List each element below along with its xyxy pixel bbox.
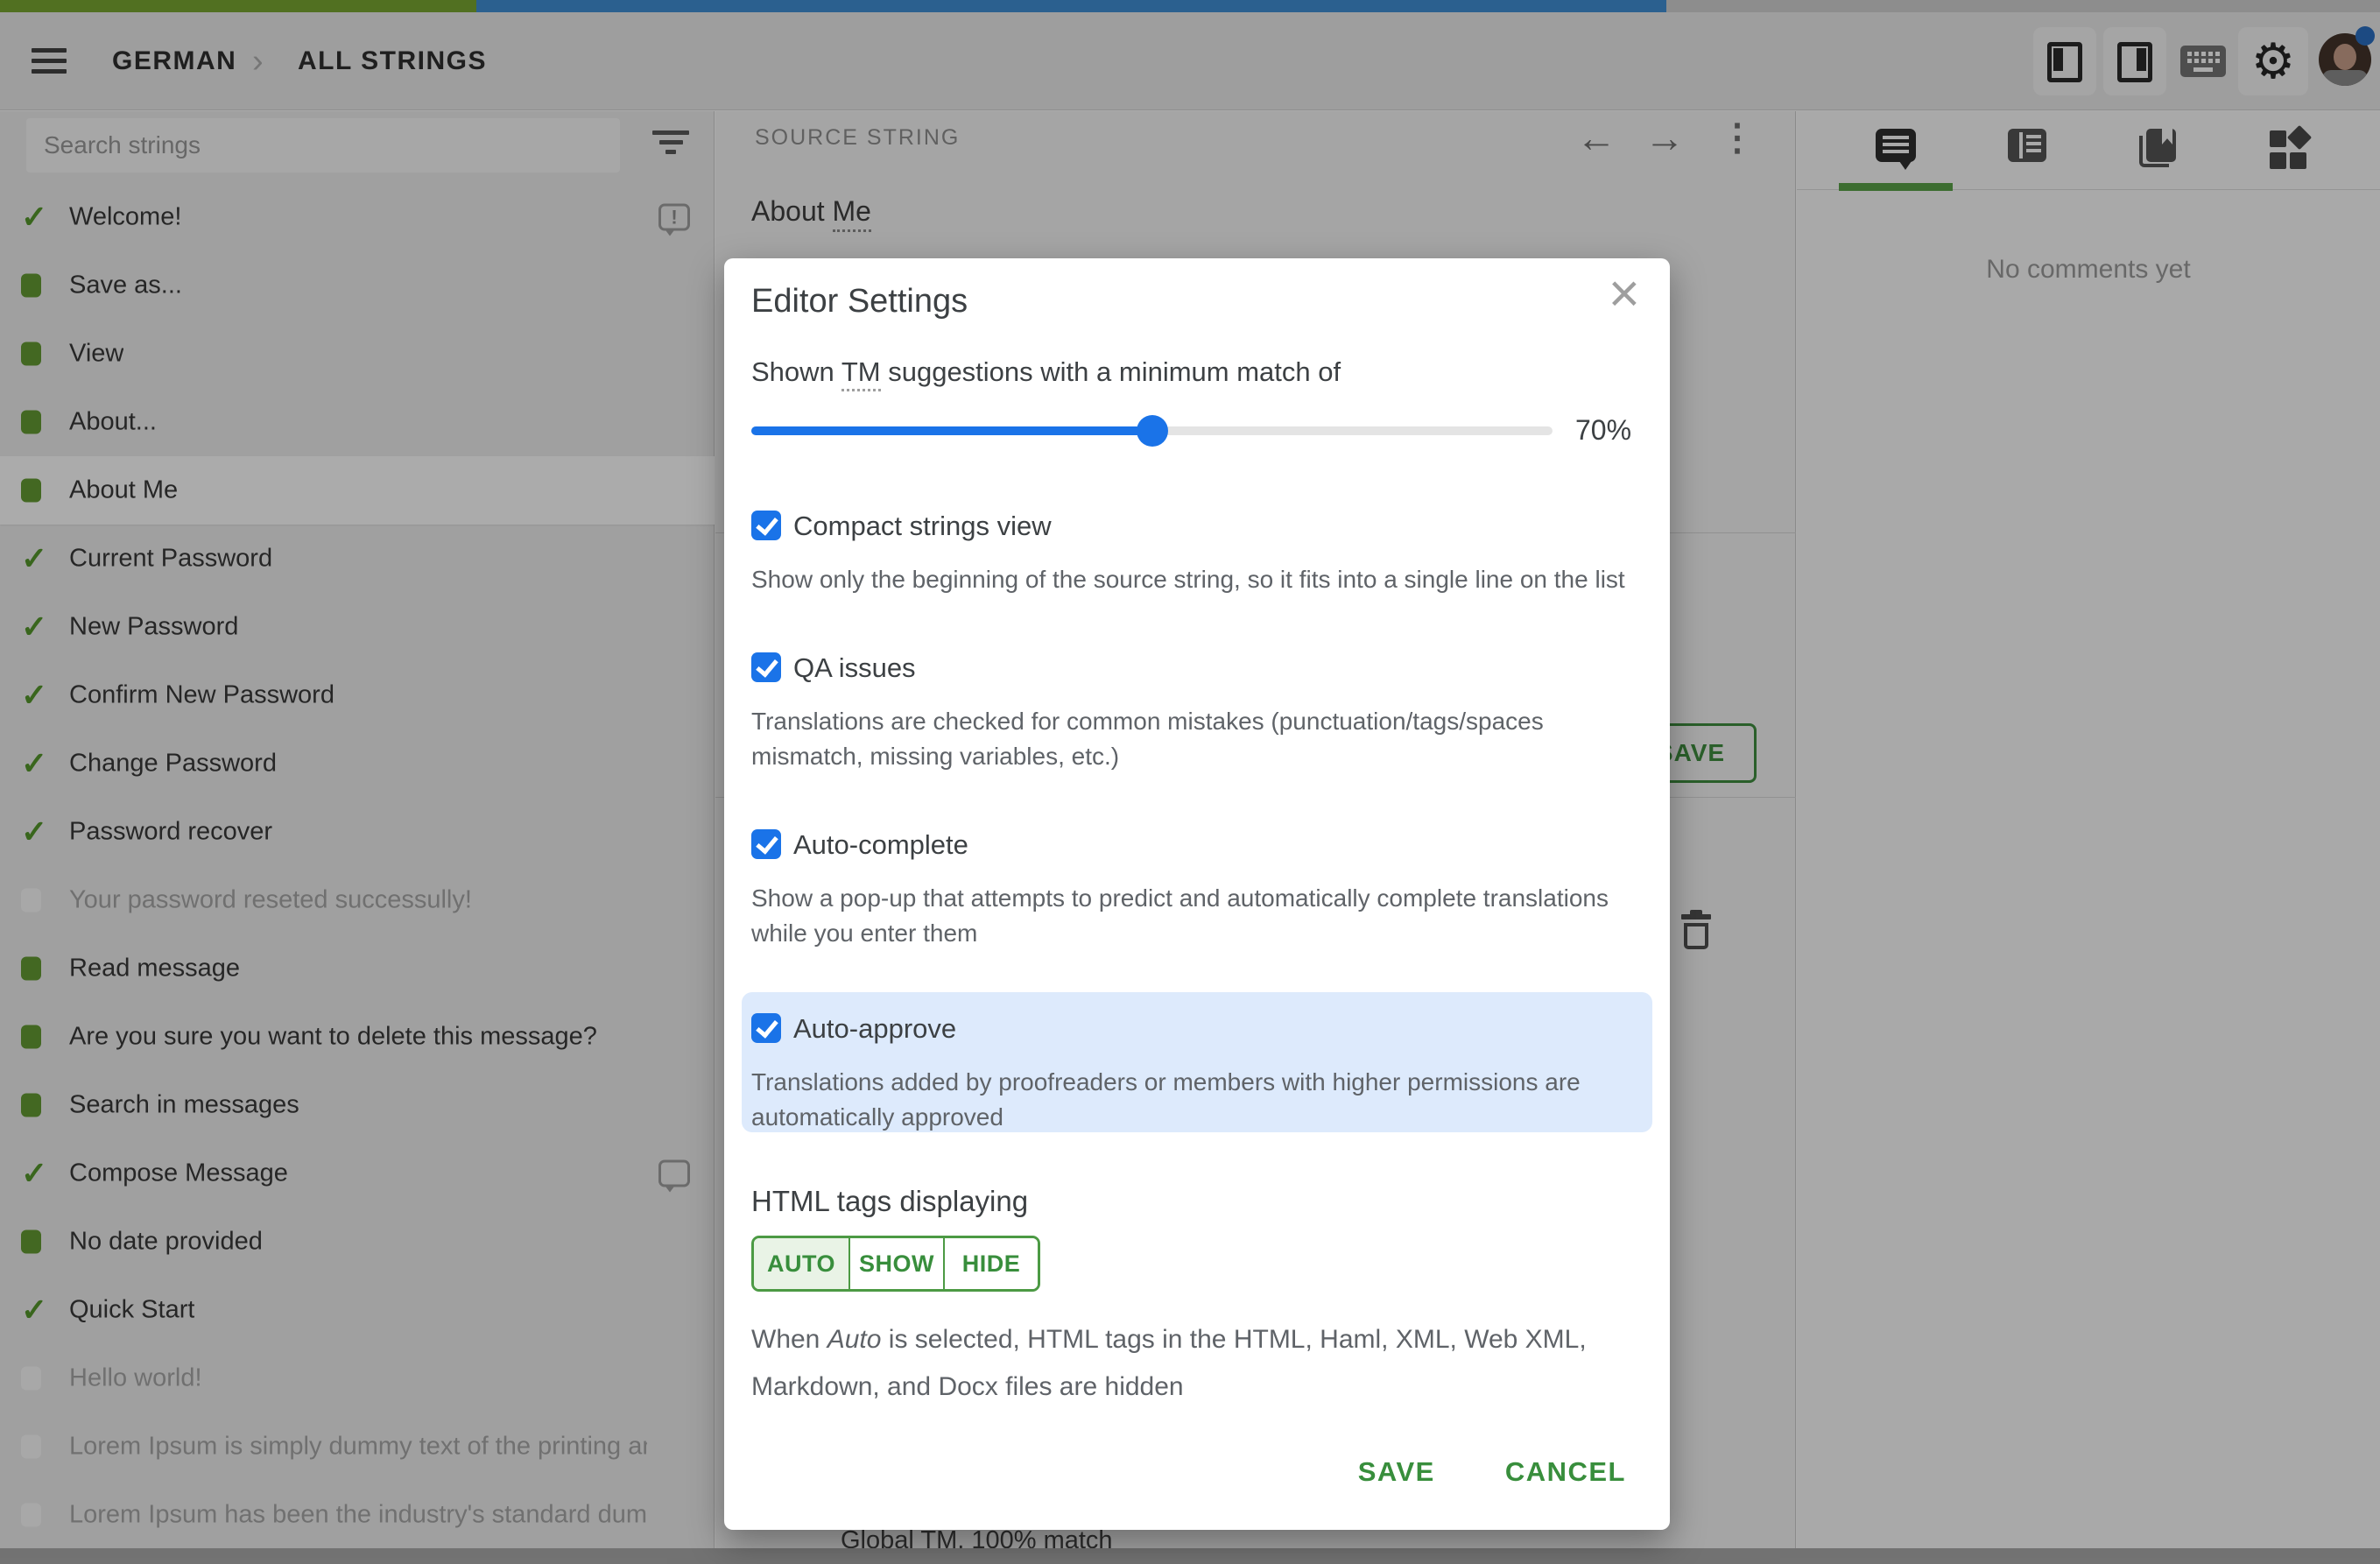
slider-fill: [751, 426, 1152, 435]
slider-value: 70%: [1575, 414, 1632, 446]
checkbox-auto-approve[interactable]: [751, 1013, 781, 1043]
html-tags-segmented-control: AUTO SHOW HIDE: [751, 1236, 1040, 1292]
qa-issues-desc: Translations are checked for common mist…: [751, 708, 1544, 770]
qa-issues-label[interactable]: QA issues: [793, 652, 916, 684]
slider-thumb[interactable]: [1136, 415, 1168, 447]
tm-term: TM: [841, 356, 881, 391]
html-tags-option-hide[interactable]: HIDE: [943, 1238, 1038, 1289]
tm-match-slider[interactable]: [751, 415, 1553, 447]
compact-strings-label[interactable]: Compact strings view: [793, 511, 1052, 542]
close-icon[interactable]: ×: [1609, 267, 1640, 321]
save-button[interactable]: SAVE: [1358, 1456, 1435, 1488]
html-tags-desc: When Auto is selected, HTML tags in the …: [751, 1325, 1587, 1401]
checkbox-qa-issues[interactable]: [751, 652, 781, 682]
html-tags-label: HTML tags displaying: [751, 1185, 1029, 1217]
auto-complete-label[interactable]: Auto-complete: [793, 829, 968, 861]
auto-approve-label[interactable]: Auto-approve: [793, 1013, 956, 1045]
tm-threshold-label: Shown TM suggestions with a minimum matc…: [751, 356, 1341, 391]
cancel-button[interactable]: CANCEL: [1505, 1456, 1626, 1488]
editor-settings-modal: Editor Settings × Shown TM suggestions w…: [724, 258, 1670, 1530]
modal-title: Editor Settings: [751, 283, 968, 320]
auto-approve-desc: Translations added by proofreaders or me…: [751, 1068, 1581, 1131]
html-tags-option-auto[interactable]: AUTO: [754, 1238, 848, 1289]
checkbox-compact-strings[interactable]: [751, 511, 781, 540]
auto-complete-desc: Show a pop-up that attempts to predict a…: [751, 884, 1609, 947]
html-tags-option-show[interactable]: SHOW: [848, 1238, 943, 1289]
compact-strings-desc: Show only the beginning of the source st…: [751, 566, 1625, 593]
checkbox-auto-complete[interactable]: [751, 829, 781, 859]
